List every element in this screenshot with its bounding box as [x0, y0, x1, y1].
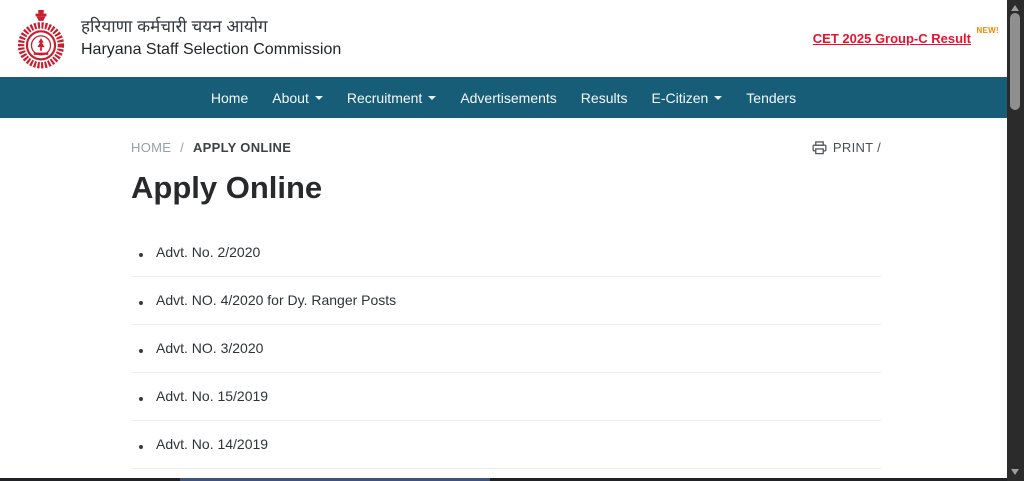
main-content: HOME / APPLY ONLINE PRINT / Apply Online: [131, 140, 881, 469]
chevron-down-icon: [315, 96, 323, 100]
bullet-dot: [139, 253, 143, 257]
advt-list-item[interactable]: Advt. NO. 3/2020: [131, 325, 881, 373]
breadcrumb-current: APPLY ONLINE: [193, 140, 291, 155]
scrollbar-thumb[interactable]: [1010, 13, 1020, 110]
scroll-down-arrow-icon[interactable]: [1011, 469, 1019, 475]
site-titles: हरियाणा कर्मचारी चयन आयोग Haryana Staff …: [81, 16, 341, 60]
breadcrumb-separator: /: [180, 140, 184, 155]
advt-list: Advt. No. 2/2020 Advt. NO. 4/2020 for Dy…: [131, 229, 881, 469]
bullet-dot: [139, 445, 143, 449]
chevron-down-icon: [714, 96, 722, 100]
nav-item[interactable]: Results: [569, 77, 640, 118]
breadcrumb-row: HOME / APPLY ONLINE PRINT /: [131, 140, 881, 155]
advt-item-label: Advt. NO. 4/2020 for Dy. Ranger Posts: [156, 292, 396, 308]
nav-item[interactable]: About: [260, 77, 335, 118]
nav-item-label: Results: [581, 90, 628, 106]
hssc-emblem-logo: [12, 9, 70, 69]
advt-list-item[interactable]: Advt. NO. 4/2020 for Dy. Ranger Posts: [131, 277, 881, 325]
new-badge: NEW!: [976, 26, 999, 35]
advt-item-label: Advt. No. 15/2019: [156, 388, 268, 404]
nav-item[interactable]: E-Citizen: [639, 77, 734, 118]
advt-list-item[interactable]: Advt. No. 15/2019: [131, 373, 881, 421]
nav-item[interactable]: Advertisements: [448, 77, 568, 118]
nav-item[interactable]: Recruitment: [335, 77, 448, 118]
nav-item[interactable]: Home: [199, 77, 260, 118]
breadcrumb: HOME / APPLY ONLINE: [131, 140, 291, 155]
advt-item-label: Advt. NO. 3/2020: [156, 340, 263, 356]
advt-list-item[interactable]: Advt. No. 14/2019: [131, 421, 881, 469]
page-content: हरियाणा कर्मचारी चयन आयोग Haryana Staff …: [0, 0, 1007, 481]
printer-icon: [812, 141, 827, 155]
nav-item-label: Tenders: [746, 90, 796, 106]
advt-item-label: Advt. No. 14/2019: [156, 436, 268, 452]
site-title-hindi: हरियाणा कर्मचारी चयन आयोग: [81, 16, 341, 37]
bullet-dot: [139, 301, 143, 305]
print-label: PRINT /: [833, 140, 881, 155]
page-title: Apply Online: [131, 170, 881, 206]
nav-item-label: About: [272, 90, 309, 106]
site-title-english: Haryana Staff Selection Commission: [81, 40, 341, 61]
nav-item-label: Recruitment: [347, 90, 422, 106]
nav-item-label: Advertisements: [460, 90, 556, 106]
nav-item-label: E-Citizen: [651, 90, 708, 106]
cet-result-link[interactable]: CET 2025 Group-C Result: [813, 31, 971, 46]
announcement: CET 2025 Group-C Result NEW!: [813, 30, 971, 48]
print-button[interactable]: PRINT /: [812, 140, 881, 155]
bullet-dot: [139, 397, 143, 401]
chevron-down-icon: [428, 96, 436, 100]
vertical-scrollbar[interactable]: [1007, 0, 1024, 481]
scroll-up-arrow-icon[interactable]: [1011, 5, 1019, 11]
nav-item-label: Home: [211, 90, 248, 106]
nav-item[interactable]: Tenders: [734, 77, 808, 118]
advt-list-item[interactable]: Advt. No. 2/2020: [131, 229, 881, 277]
advt-item-label: Advt. No. 2/2020: [156, 244, 260, 260]
site-header: हरियाणा कर्मचारी चयन आयोग Haryana Staff …: [0, 0, 1007, 77]
main-navbar: Home About Recruitment Advertisements Re…: [0, 77, 1007, 118]
breadcrumb-home-link[interactable]: HOME: [131, 140, 171, 155]
bullet-dot: [139, 349, 143, 353]
